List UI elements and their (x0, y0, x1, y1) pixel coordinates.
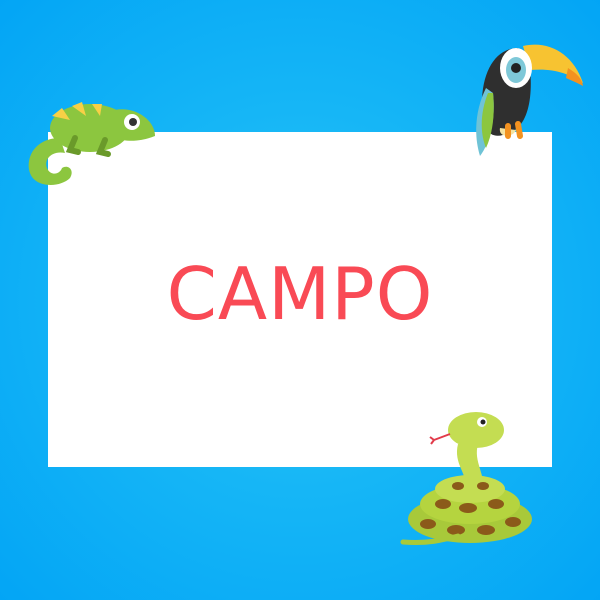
card-word: CAMPO (166, 252, 434, 336)
chameleon-icon (28, 102, 155, 185)
snake-icon (400, 412, 532, 545)
toucan-icon (476, 44, 583, 156)
